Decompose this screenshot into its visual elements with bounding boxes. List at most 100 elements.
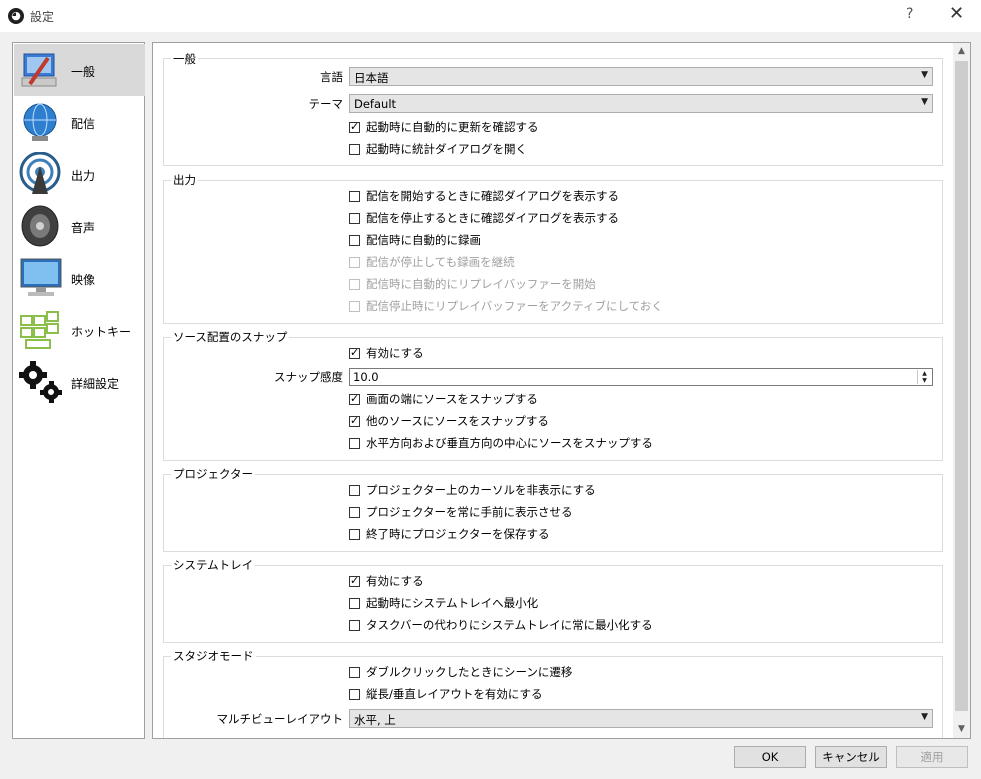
checkbox-label: 配信を停止するときに確認ダイアログを表示する (366, 211, 619, 225)
multiview-select[interactable]: 水平, 上 ▼ (349, 709, 933, 728)
checkbox-box[interactable] (349, 392, 360, 405)
vertical-scrollbar[interactable]: ▲ ▼ (953, 43, 970, 738)
checkbox-label: 水平方向および垂直方向の中心にソースをスナップする (366, 436, 653, 450)
snap-screen-edge-checkbox[interactable]: 画面の端にソースをスナップする (349, 390, 538, 408)
theme-select[interactable]: Default ▼ (349, 94, 933, 113)
check-updates-checkbox[interactable]: 起動時に自動的に更新を確認する (349, 118, 539, 136)
checkbox-box[interactable] (349, 414, 360, 427)
snap-sensitivity-value: 10.0 (353, 370, 379, 384)
checkbox-label: 配信停止時にリプレイバッファーをアクティブにしておく (366, 299, 663, 313)
keep-replay-checkbox: 配信停止時にリプレイバッファーをアクティブにしておく (349, 297, 663, 315)
chevron-down-icon: ▼ (921, 70, 928, 80)
projector-hide-cursor-checkbox[interactable]: プロジェクター上のカーソルを非表示にする (349, 481, 596, 499)
snap-sensitivity-label: スナップ感度 (274, 370, 343, 384)
stream-globe-icon (23, 103, 57, 141)
cancel-button[interactable]: キャンセル (815, 746, 887, 768)
sidebar-item-advanced[interactable]: 詳細設定 (14, 356, 145, 408)
snap-center-checkbox[interactable]: 水平方向および垂直方向の中心にソースをスナップする (349, 434, 653, 452)
systray-minimize-instead-checkbox[interactable]: タスクバーの代わりにシステムトレイに常に最小化する (349, 616, 653, 634)
checkbox-label: 起動時に自動的に更新を確認する (366, 120, 539, 134)
projector-save-checkbox[interactable]: 終了時にプロジェクターを保存する (349, 525, 550, 543)
checkbox-label: 配信時に自動的に録画 (366, 233, 481, 247)
checkbox-box[interactable] (349, 619, 360, 631)
confirm-stop-checkbox[interactable]: 配信を停止するときに確認ダイアログを表示する (349, 209, 619, 227)
sidebar-item-audio[interactable]: 音声 (14, 200, 145, 252)
multiview-label: マルチビューレイアウト (216, 712, 344, 726)
group-title: 出力 (171, 172, 198, 188)
theme-value: Default (354, 97, 397, 111)
scrollbar-thumb[interactable] (955, 61, 968, 711)
close-button[interactable]: ✕ (949, 3, 964, 24)
sidebar-item-hotkeys[interactable]: ホットキー (14, 304, 145, 356)
projector-always-top-checkbox[interactable]: プロジェクターを常に手前に表示させる (349, 503, 573, 521)
spin-arrows-icon[interactable]: ▲ ▼ (917, 370, 931, 384)
language-select[interactable]: 日本語 ▼ (349, 67, 933, 86)
keyboard-icon (20, 311, 59, 349)
checkbox-box[interactable] (349, 597, 360, 609)
checkbox-box[interactable] (349, 346, 360, 359)
auto-record-checkbox[interactable]: 配信時に自動的に録画 (349, 231, 481, 249)
snap-other-sources-checkbox[interactable]: 他のソースにソースをスナップする (349, 412, 549, 430)
sidebar-item-label: 配信 (71, 117, 96, 131)
checkbox-label: 配信が停止しても録画を継続 (366, 255, 515, 269)
checkbox-label: プロジェクター上のカーソルを非表示にする (366, 483, 596, 497)
systray-minimize-start-checkbox[interactable]: 起動時にシステムトレイへ最小化 (349, 594, 538, 612)
checkbox-box[interactable] (349, 120, 360, 133)
scroll-down-icon[interactable]: ▼ (953, 721, 970, 738)
scroll-up-icon[interactable]: ▲ (953, 43, 970, 60)
studio-double-click-checkbox[interactable]: ダブルクリックしたときにシーンに遷移 (349, 663, 572, 681)
open-stats-checkbox[interactable]: 起動時に統計ダイアログを開く (349, 140, 527, 158)
systray-enable-checkbox[interactable]: 有効にする (349, 572, 424, 590)
language-value: 日本語 (354, 71, 389, 85)
checkbox-label: 終了時にプロジェクターを保存する (366, 527, 550, 541)
checkbox-label: ダブルクリックしたときにシーンに遷移 (366, 665, 573, 679)
studio-portrait-checkbox[interactable]: 縦長/垂直レイアウトを有効にする (349, 685, 543, 703)
window-title: 設定 (30, 10, 55, 24)
group-title: ソース配置のスナップ (171, 329, 290, 345)
sidebar-item-general[interactable]: 一般 (14, 44, 145, 96)
settings-sidebar: 一般 配信 出力 音声 映像 ホットキー 詳細設定 (12, 42, 145, 739)
snap-sensitivity-spinbox[interactable]: 10.0 ▲ ▼ (349, 368, 933, 386)
general-icon (21, 53, 57, 87)
checkbox-box[interactable] (349, 212, 360, 224)
monitor-icon (20, 258, 62, 296)
help-button[interactable]: ? (906, 6, 913, 22)
checkbox-box[interactable] (349, 574, 360, 587)
checkbox-label: 配信時に自動的にリプレイバッファーを開始 (366, 277, 596, 291)
theme-label: テーマ (308, 97, 344, 111)
snap-enable-checkbox[interactable]: 有効にする (349, 344, 424, 362)
sidebar-item-video[interactable]: 映像 (14, 252, 145, 304)
sidebar-item-label: 映像 (71, 273, 96, 287)
group-title: 一般 (171, 51, 198, 67)
sidebar-item-output[interactable]: 出力 (14, 148, 145, 200)
checkbox-box[interactable] (349, 666, 360, 678)
keep-recording-checkbox: 配信が停止しても録画を継続 (349, 253, 515, 271)
checkbox-label: 有効にする (366, 346, 424, 360)
checkbox-box (349, 300, 360, 312)
sidebar-item-stream[interactable]: 配信 (14, 96, 145, 148)
checkbox-box[interactable] (349, 484, 360, 496)
obs-logo-icon: ◕ (8, 8, 24, 24)
checkbox-label: 起動時にシステムトレイへ最小化 (366, 596, 539, 610)
sidebar-item-label: 音声 (71, 221, 96, 235)
checkbox-box[interactable] (349, 506, 360, 518)
checkbox-box[interactable] (349, 190, 360, 202)
checkbox-box[interactable] (349, 688, 360, 700)
checkbox-box[interactable] (349, 143, 360, 155)
confirm-start-checkbox[interactable]: 配信を開始するときに確認ダイアログを表示する (349, 187, 619, 205)
sidebar-item-label: 一般 (71, 65, 96, 79)
auto-replay-checkbox: 配信時に自動的にリプレイバッファーを開始 (349, 275, 596, 293)
checkbox-label: 画面の端にソースをスナップする (366, 392, 538, 406)
checkbox-label: 起動時に統計ダイアログを開く (366, 142, 527, 156)
output-broadcast-icon (19, 152, 61, 194)
gears-icon (19, 361, 62, 403)
checkbox-box[interactable] (349, 234, 360, 246)
ok-button[interactable]: OK (734, 746, 806, 768)
settings-content: 一般 言語 日本語 ▼ テーマ Default ▼ 起動時に自動的に更新を確認す… (152, 42, 971, 739)
checkbox-box[interactable] (349, 437, 360, 449)
checkbox-box[interactable] (349, 528, 360, 540)
sidebar-item-label: ホットキー (71, 325, 132, 339)
checkbox-label: 有効にする (366, 574, 424, 588)
speaker-icon (21, 205, 59, 247)
apply-button: 適用 (896, 746, 968, 768)
